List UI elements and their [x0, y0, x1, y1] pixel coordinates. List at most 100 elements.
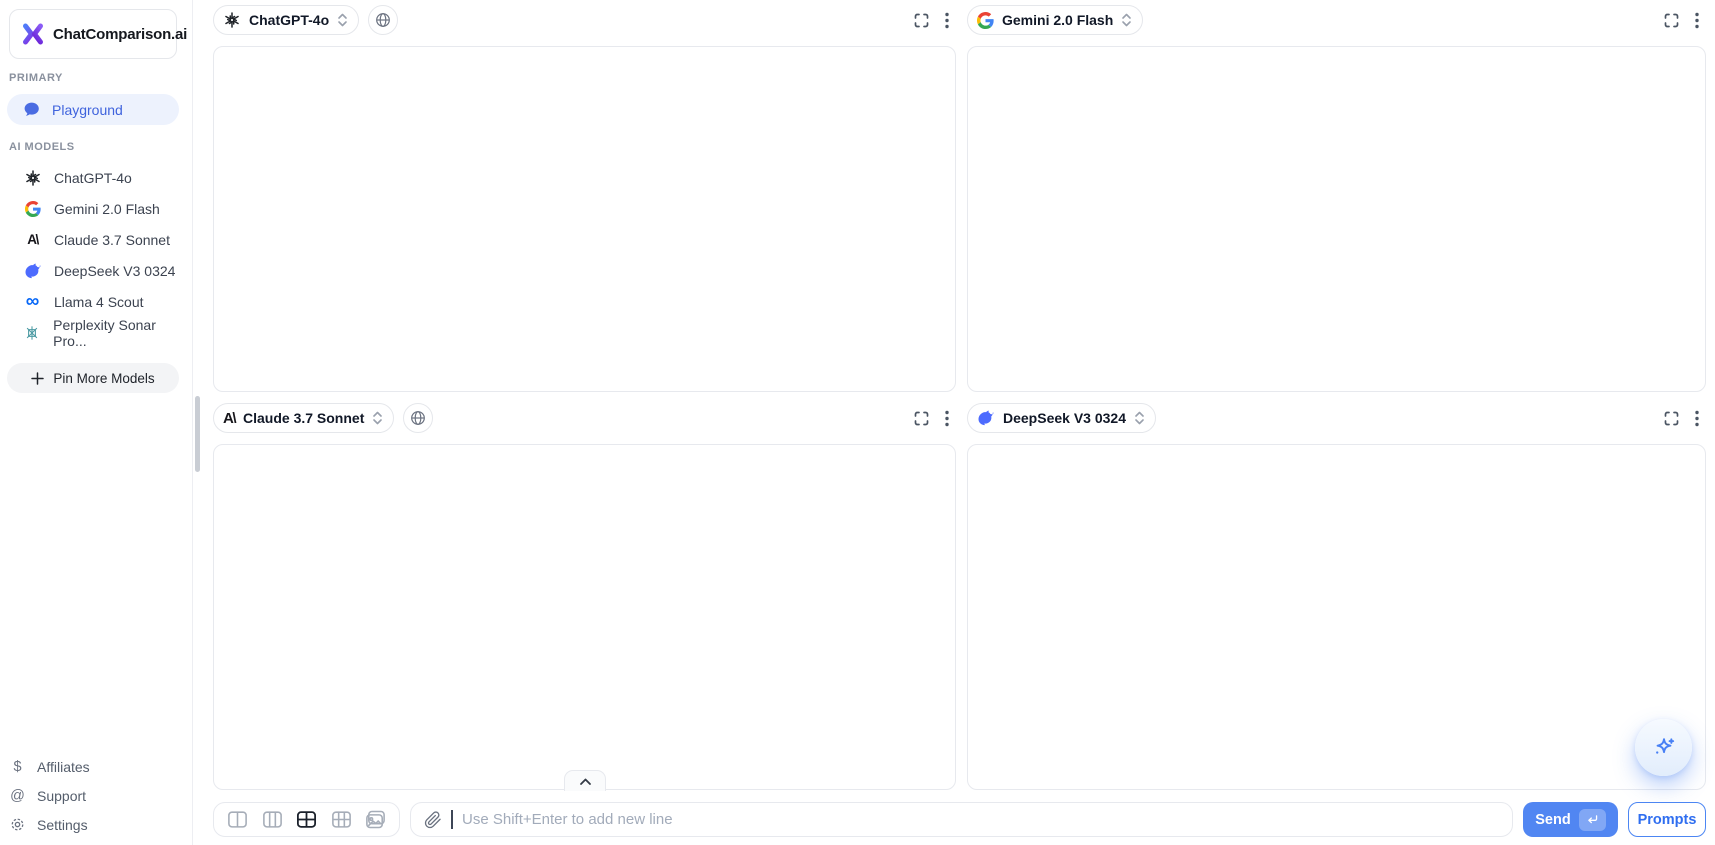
model-select-dropdown[interactable]: DeepSeek V3 0324 [967, 403, 1156, 433]
sidebar-item-support[interactable]: @ Support [9, 781, 179, 810]
footer-item-label: Support [37, 788, 86, 804]
model-label: Claude 3.7 Sonnet [54, 232, 170, 248]
footer-item-label: Settings [37, 817, 88, 833]
panel-actions [913, 12, 956, 29]
panel-header: DeepSeek V3 0324 [967, 403, 1706, 433]
sidebar-model-deepseek[interactable]: DeepSeek V3 0324 [7, 255, 187, 286]
footer-item-label: Affiliates [37, 759, 90, 775]
deepseek-icon [23, 262, 42, 280]
gemini-icon [977, 12, 994, 29]
anthropic-icon: A\ [23, 232, 42, 247]
app-title: ChatComparison.ai [53, 26, 187, 43]
panel-header: Gemini 2.0 Flash [967, 5, 1706, 35]
fullscreen-button[interactable] [1663, 410, 1680, 427]
anthropic-icon: A\ [223, 410, 235, 427]
sidebar-item-label: Playground [52, 102, 123, 118]
sidebar-item-affiliates[interactable]: $ Affiliates [9, 752, 179, 781]
layout-grid-3x2-icon[interactable] [331, 809, 352, 830]
composer-bar: Send Prompts [213, 802, 1706, 837]
panel-header: ChatGPT-4o [213, 5, 956, 35]
kebab-menu-button[interactable] [1695, 410, 1699, 427]
sidebar-model-claude[interactable]: A\ Claude 3.7 Sonnet [7, 224, 187, 255]
model-label: DeepSeek V3 0324 [54, 263, 175, 279]
at-icon: @ [9, 788, 26, 804]
ai-assistant-fab[interactable] [1635, 719, 1692, 776]
perplexity-icon [23, 325, 41, 341]
layout-grid-2x2-icon[interactable] [296, 809, 317, 830]
sidebar-item-settings[interactable]: Settings [9, 810, 179, 839]
sidebar-model-gemini[interactable]: Gemini 2.0 Flash [7, 193, 187, 224]
model-label: Llama 4 Scout [54, 294, 144, 310]
chevron-up-icon [579, 777, 592, 786]
message-input[interactable] [462, 811, 1500, 828]
chat-bubble-icon [23, 101, 40, 118]
kebab-menu-button[interactable] [1695, 12, 1699, 29]
message-input-wrap [410, 802, 1513, 837]
model-label: Gemini 2.0 Flash [54, 201, 160, 217]
sidebar-model-chatgpt[interactable]: ChatGPT-4o [7, 162, 187, 193]
scrollbar-thumb[interactable] [195, 396, 200, 472]
sidebar-model-llama[interactable]: ∞ Llama 4 Scout [7, 286, 187, 317]
web-search-toggle[interactable] [368, 5, 398, 35]
logo[interactable]: ChatComparison.ai [9, 9, 177, 59]
layout-switcher [213, 802, 400, 837]
plus-icon [31, 372, 44, 385]
kebab-menu-button[interactable] [945, 12, 949, 29]
send-button-label: Send [1535, 812, 1570, 828]
selected-model-label: ChatGPT-4o [249, 12, 329, 28]
gear-icon [9, 817, 26, 832]
layout-2-columns-icon[interactable] [227, 809, 248, 830]
model-label: ChatGPT-4o [54, 170, 132, 186]
panel-header: A\ Claude 3.7 Sonnet [213, 403, 956, 433]
meta-icon: ∞ [23, 297, 42, 307]
collapse-expand-button[interactable] [564, 770, 606, 791]
model-select-dropdown[interactable]: ChatGPT-4o [213, 5, 359, 35]
sidebar-footer: $ Affiliates @ Support Settings [9, 752, 179, 839]
model-label: Perplexity Sonar Pro... [53, 317, 187, 349]
pin-more-models-label: Pin More Models [53, 371, 154, 386]
sidebar-item-playground[interactable]: Playground [7, 94, 179, 125]
deepseek-icon [977, 409, 995, 427]
panel-actions [913, 410, 956, 427]
image-layout-icon[interactable] [365, 809, 386, 830]
sparkle-icon [1650, 734, 1678, 762]
gemini-icon [23, 201, 42, 217]
send-button[interactable]: Send [1523, 802, 1618, 837]
model-list: ChatGPT-4o Gemini 2.0 Flash A\ Claude 3.… [7, 162, 187, 348]
pin-more-models-button[interactable]: Pin More Models [7, 363, 179, 393]
chevron-up-down-icon [372, 410, 383, 426]
selected-model-label: DeepSeek V3 0324 [1003, 410, 1126, 426]
selected-model-label: Claude 3.7 Sonnet [243, 410, 364, 426]
models-section-label: AI MODELS [9, 141, 75, 153]
layout-3-columns-icon[interactable] [262, 809, 283, 830]
panel-actions [1663, 12, 1706, 29]
text-caret [451, 810, 453, 829]
openai-icon [223, 11, 241, 29]
kebab-menu-button[interactable] [945, 410, 949, 427]
fullscreen-button[interactable] [913, 12, 930, 29]
chat-output-area [967, 46, 1706, 392]
panel-actions [1663, 410, 1706, 427]
enter-key-icon [1579, 809, 1606, 831]
selected-model-label: Gemini 2.0 Flash [1002, 12, 1113, 28]
chat-output-area [213, 444, 956, 790]
dollar-icon: $ [9, 759, 26, 775]
logo-icon [21, 22, 45, 46]
fullscreen-button[interactable] [913, 410, 930, 427]
chat-output-area [967, 444, 1706, 790]
web-search-toggle[interactable] [403, 403, 433, 433]
primary-section-label: PRIMARY [9, 72, 63, 84]
chevron-up-down-icon [1121, 12, 1132, 28]
prompts-button[interactable]: Prompts [1628, 802, 1706, 837]
openai-icon [23, 169, 42, 187]
chevron-up-down-icon [337, 12, 348, 28]
paperclip-icon[interactable] [424, 811, 442, 829]
globe-icon [410, 410, 426, 426]
model-select-dropdown[interactable]: Gemini 2.0 Flash [967, 5, 1143, 35]
chevron-up-down-icon [1134, 410, 1145, 426]
sidebar-model-perplexity[interactable]: Perplexity Sonar Pro... [7, 317, 187, 348]
globe-icon [375, 12, 391, 28]
fullscreen-button[interactable] [1663, 12, 1680, 29]
model-select-dropdown[interactable]: A\ Claude 3.7 Sonnet [213, 403, 394, 433]
sidebar: ChatComparison.ai PRIMARY Playground AI … [0, 0, 193, 845]
